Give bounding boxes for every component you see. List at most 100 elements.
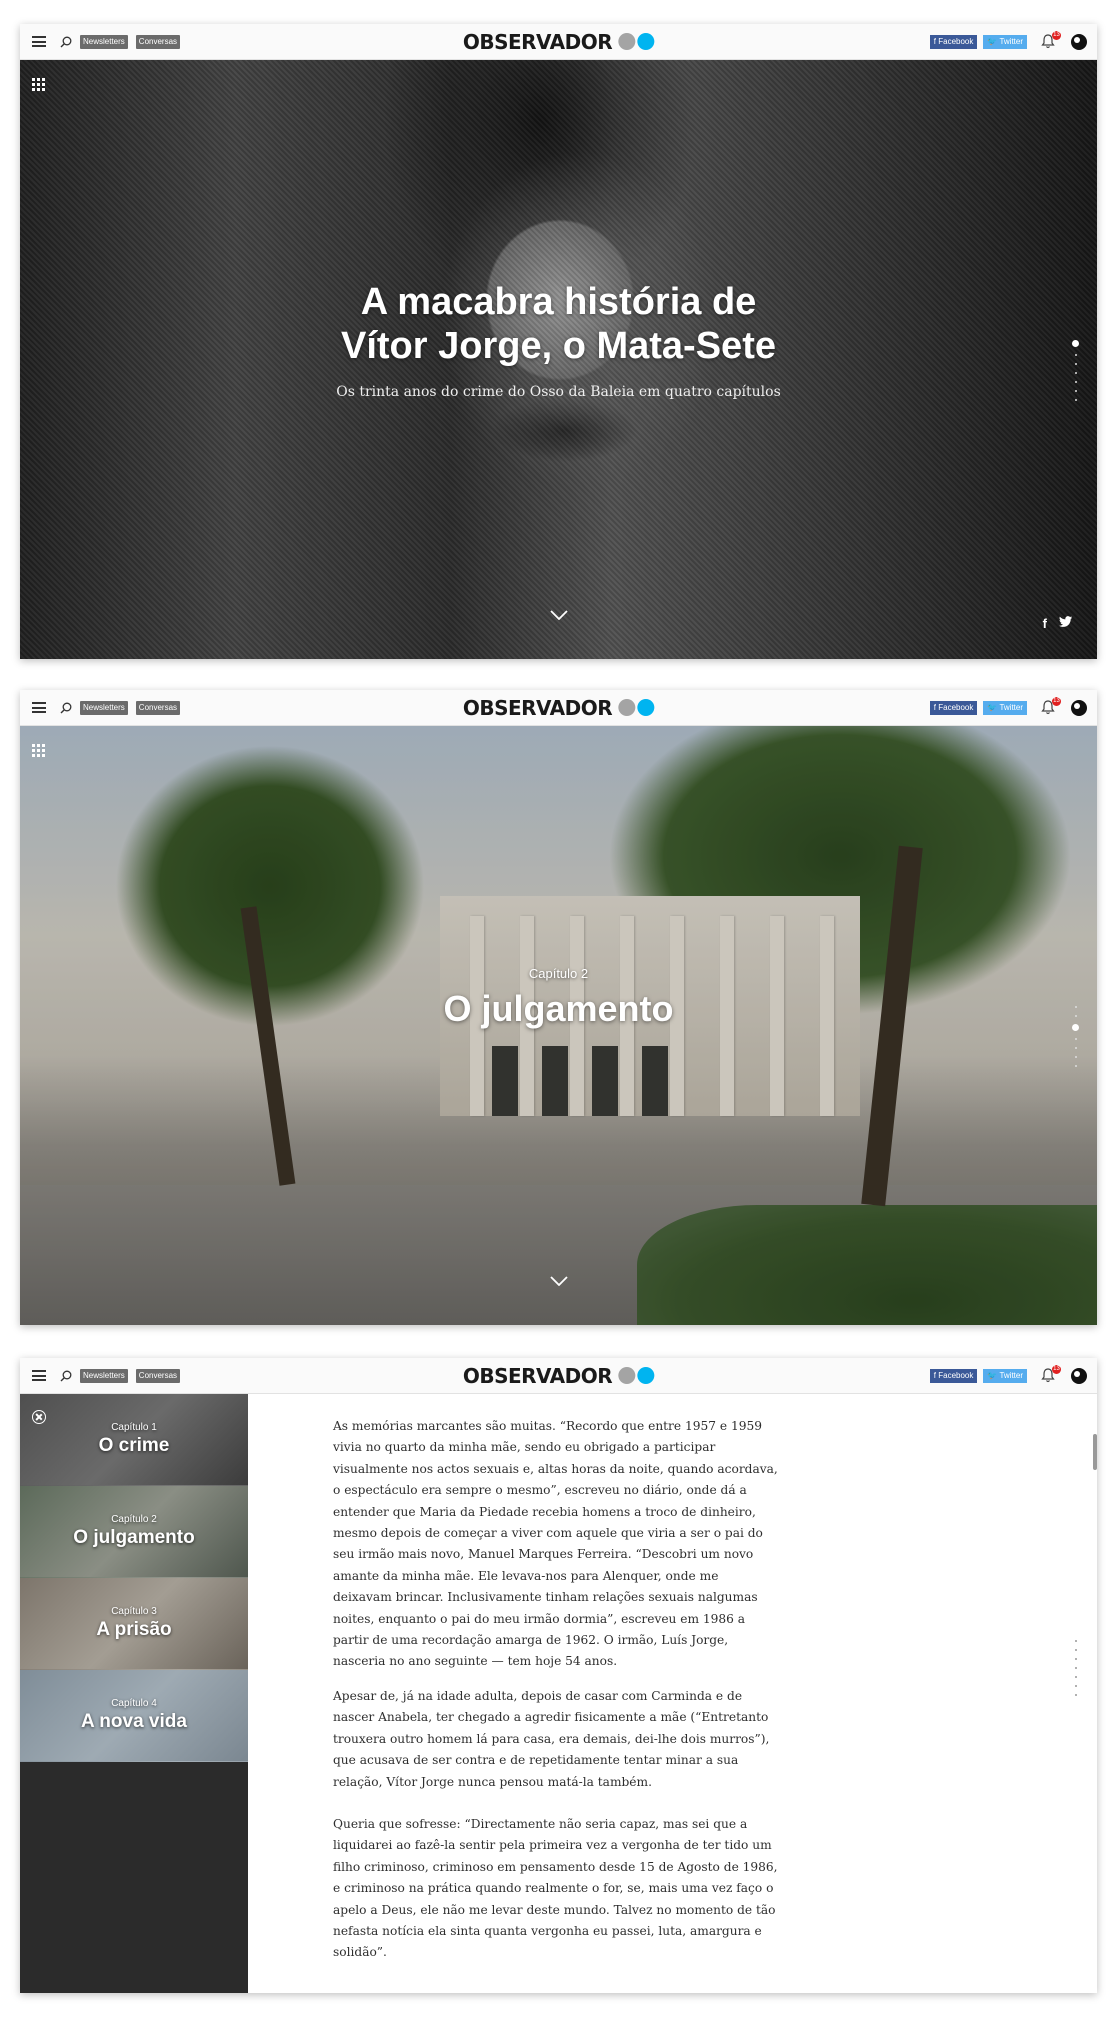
social-share-links: f bbox=[1043, 616, 1073, 631]
chapter-title: A prisão bbox=[96, 1619, 172, 1640]
progress-dot[interactable] bbox=[1074, 399, 1077, 401]
observador-logo[interactable]: OBSERVADOR bbox=[462, 695, 655, 720]
top-navigation-bar: Newsletters Conversas OBSERVADOR f Faceb… bbox=[20, 690, 1097, 726]
observador-logo[interactable]: OBSERVADOR bbox=[462, 29, 655, 54]
cover-photo: A macabra história de Vítor Jorge, o Mat… bbox=[20, 60, 1097, 659]
user-avatar[interactable] bbox=[1071, 699, 1087, 716]
story-subtitle: Os trinta anos do crime do Osso da Balei… bbox=[336, 384, 781, 400]
chapter-title: A nova vida bbox=[81, 1711, 187, 1732]
observador-logo[interactable]: OBSERVADOR bbox=[462, 1363, 655, 1388]
twitter-share-button[interactable]: 🐦 Twitter bbox=[983, 34, 1027, 49]
logo-grey-dot bbox=[618, 699, 636, 716]
bell-icon[interactable]: 13 bbox=[1041, 1364, 1061, 1384]
progress-dot[interactable] bbox=[1074, 1056, 1077, 1058]
conversas-link[interactable]: Conversas bbox=[135, 1368, 181, 1383]
progress-dot[interactable] bbox=[1074, 390, 1077, 392]
bell-icon[interactable]: 13 bbox=[1041, 696, 1061, 716]
notification-count-badge: 13 bbox=[1052, 696, 1061, 706]
search-icon[interactable] bbox=[60, 702, 72, 714]
facebook-share-button[interactable]: f Facebook bbox=[929, 700, 978, 715]
chapter-cover-frame: Newsletters Conversas OBSERVADOR f Faceb… bbox=[20, 690, 1097, 1325]
logo-text: OBSERVADOR bbox=[462, 695, 613, 720]
chevron-down-icon[interactable] bbox=[549, 1273, 568, 1291]
story-title: A macabra história de Vítor Jorge, o Mat… bbox=[20, 280, 1097, 368]
progress-dot[interactable] bbox=[1075, 1685, 1077, 1687]
progress-dot[interactable] bbox=[1074, 1006, 1077, 1008]
progress-dot[interactable] bbox=[1074, 1015, 1077, 1017]
twitter-share-button[interactable]: 🐦 Twitter bbox=[983, 1368, 1027, 1383]
story-cover-frame: Newsletters Conversas OBSERVADOR f Faceb… bbox=[20, 24, 1097, 659]
grid-menu-icon[interactable] bbox=[32, 78, 45, 91]
sidebar-chapter-4[interactable]: Capítulo 4 A nova vida bbox=[20, 1670, 248, 1762]
chapter-kicker: Capítulo 2 bbox=[528, 966, 589, 981]
progress-dot[interactable] bbox=[1075, 1658, 1077, 1660]
facebook-share-button[interactable]: f Facebook bbox=[929, 34, 978, 49]
grid-menu-icon[interactable] bbox=[32, 744, 45, 757]
progress-dot[interactable] bbox=[1075, 1649, 1077, 1651]
progress-dot[interactable] bbox=[1074, 363, 1077, 365]
chapter-progress-dots[interactable] bbox=[1072, 340, 1079, 401]
progress-dot[interactable] bbox=[1072, 1024, 1079, 1031]
chapter-kicker: Capítulo 2 bbox=[111, 1514, 157, 1525]
story-title-text: A macabra história de Vítor Jorge, o Mat… bbox=[341, 281, 776, 367]
search-icon[interactable] bbox=[60, 36, 72, 48]
user-avatar[interactable] bbox=[1071, 33, 1087, 50]
conversas-link[interactable]: Conversas bbox=[135, 700, 181, 715]
facebook-icon[interactable]: f bbox=[1043, 616, 1047, 631]
progress-dot[interactable] bbox=[1074, 1038, 1077, 1040]
close-icon[interactable] bbox=[32, 1410, 46, 1424]
top-navigation-bar: Newsletters Conversas OBSERVADOR f Faceb… bbox=[20, 1358, 1097, 1394]
menu-icon[interactable] bbox=[32, 702, 46, 713]
progress-dot[interactable] bbox=[1074, 381, 1077, 383]
chapter-progress-dots[interactable] bbox=[1072, 1006, 1079, 1067]
progress-dot[interactable] bbox=[1072, 340, 1079, 347]
notification-count-badge: 13 bbox=[1052, 1364, 1061, 1374]
progress-dot[interactable] bbox=[1074, 1065, 1077, 1067]
bell-icon[interactable]: 13 bbox=[1041, 30, 1061, 50]
search-icon[interactable] bbox=[60, 1370, 72, 1382]
menu-icon[interactable] bbox=[32, 1370, 46, 1381]
sidebar-chapter-2[interactable]: Capítulo 2 O julgamento bbox=[20, 1486, 248, 1578]
progress-dot[interactable] bbox=[1074, 1047, 1077, 1049]
twitter-share-button[interactable]: 🐦 Twitter bbox=[983, 700, 1027, 715]
scrollbar[interactable] bbox=[1093, 1434, 1097, 1470]
progress-dot[interactable] bbox=[1074, 354, 1077, 356]
logo-text: OBSERVADOR bbox=[462, 29, 613, 54]
facebook-share-button[interactable]: f Facebook bbox=[929, 1368, 978, 1383]
courthouse-photo: Capítulo 2 O julgamento bbox=[20, 726, 1097, 1325]
progress-dot[interactable] bbox=[1075, 1694, 1077, 1696]
conversas-link[interactable]: Conversas bbox=[135, 34, 181, 49]
progress-dot[interactable] bbox=[1075, 1676, 1077, 1678]
article-paragraph: Apesar de, já na idade adulta, depois de… bbox=[333, 1689, 770, 1789]
user-avatar[interactable] bbox=[1071, 1367, 1087, 1384]
facebook-label: Facebook bbox=[938, 1370, 974, 1380]
progress-dot[interactable] bbox=[1075, 1667, 1077, 1669]
article-paragraph: As memórias marcantes são muitas. “Recor… bbox=[333, 1419, 778, 1669]
chapter-kicker: Capítulo 1 bbox=[111, 1422, 157, 1433]
chapter-progress-dots[interactable] bbox=[1075, 1640, 1077, 1696]
chapter-kicker: Capítulo 3 bbox=[111, 1606, 157, 1617]
progress-dot[interactable] bbox=[1074, 372, 1077, 374]
sidebar-chapter-1[interactable]: Capítulo 1 O crime bbox=[20, 1394, 248, 1486]
twitter-label: Twitter bbox=[999, 1370, 1023, 1380]
newsletters-link[interactable]: Newsletters bbox=[80, 700, 128, 715]
chapter-kicker: Capítulo 4 bbox=[111, 1698, 157, 1709]
article-paragraph: Queria que sofresse: “Directamente não s… bbox=[333, 1817, 778, 1960]
top-navigation-bar: Newsletters Conversas OBSERVADOR f Faceb… bbox=[20, 24, 1097, 60]
logo-blue-dot bbox=[637, 699, 655, 716]
menu-icon[interactable] bbox=[32, 36, 46, 47]
twitter-label: Twitter bbox=[999, 36, 1023, 46]
notification-count-badge: 13 bbox=[1052, 30, 1061, 40]
chevron-down-icon[interactable] bbox=[549, 607, 568, 625]
facebook-label: Facebook bbox=[938, 702, 974, 712]
twitter-icon[interactable] bbox=[1059, 616, 1073, 631]
newsletters-link[interactable]: Newsletters bbox=[80, 1368, 128, 1383]
logo-text: OBSERVADOR bbox=[462, 1363, 613, 1388]
twitter-label: Twitter bbox=[999, 702, 1023, 712]
sidebar-chapter-3[interactable]: Capítulo 3 A prisão bbox=[20, 1578, 248, 1670]
logo-blue-dot bbox=[637, 33, 655, 50]
logo-grey-dot bbox=[618, 33, 636, 50]
article-reading-frame: Newsletters Conversas OBSERVADOR f Faceb… bbox=[20, 1358, 1097, 1993]
progress-dot[interactable] bbox=[1075, 1640, 1077, 1642]
newsletters-link[interactable]: Newsletters bbox=[80, 34, 128, 49]
